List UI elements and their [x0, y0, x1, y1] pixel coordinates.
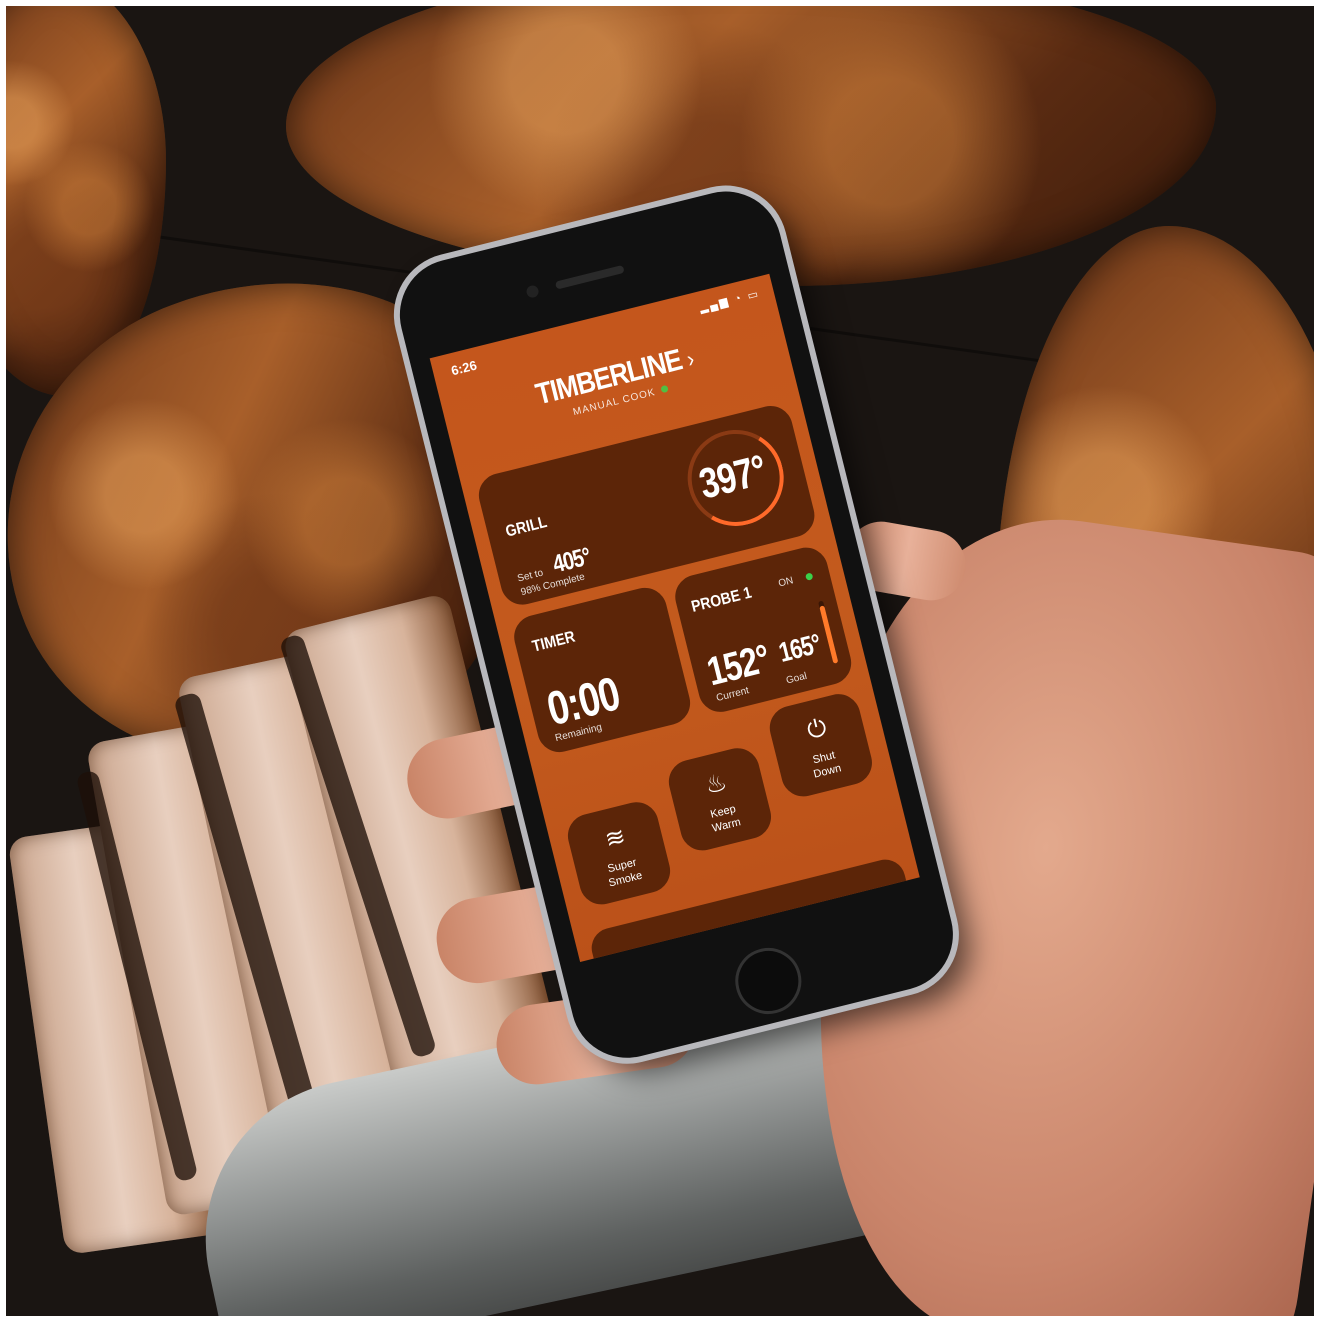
front-camera-icon	[525, 284, 540, 299]
probe-goal-label: Goal	[785, 670, 809, 687]
shut-down-button[interactable]: ⏻ Shut Down	[765, 689, 877, 802]
signal-battery-icon: ▂▄▆ ◔ ▭	[698, 287, 762, 315]
chevron-right-icon: ›	[684, 346, 696, 373]
probe-goal-temp: 165°	[775, 627, 824, 669]
probe-state: ON	[777, 575, 795, 590]
status-time: 6:26	[449, 357, 479, 379]
timer-card[interactable]: TIMER 0:00 Remaining	[509, 583, 695, 757]
home-button[interactable]	[728, 940, 809, 1021]
probe-card[interactable]: PROBE 1 ON 152° Current 165° Goal	[670, 543, 856, 717]
keep-warm-button[interactable]: ♨ Keep Warm	[664, 743, 776, 856]
connection-status-dot	[660, 384, 669, 394]
timer-label: TIMER	[530, 626, 577, 656]
probe-label: PROBE 1	[689, 582, 754, 616]
food-photo: 6:26 ▂▄▆ ◔ ▭ TIMBERLINE› MANUAL COOK GRI…	[6, 6, 1314, 1316]
earpiece-speaker	[554, 264, 625, 290]
probe-status-dot	[804, 572, 814, 581]
super-smoke-button[interactable]: ≋ Super Smoke	[563, 797, 675, 910]
grill-label: GRILL	[503, 512, 549, 541]
